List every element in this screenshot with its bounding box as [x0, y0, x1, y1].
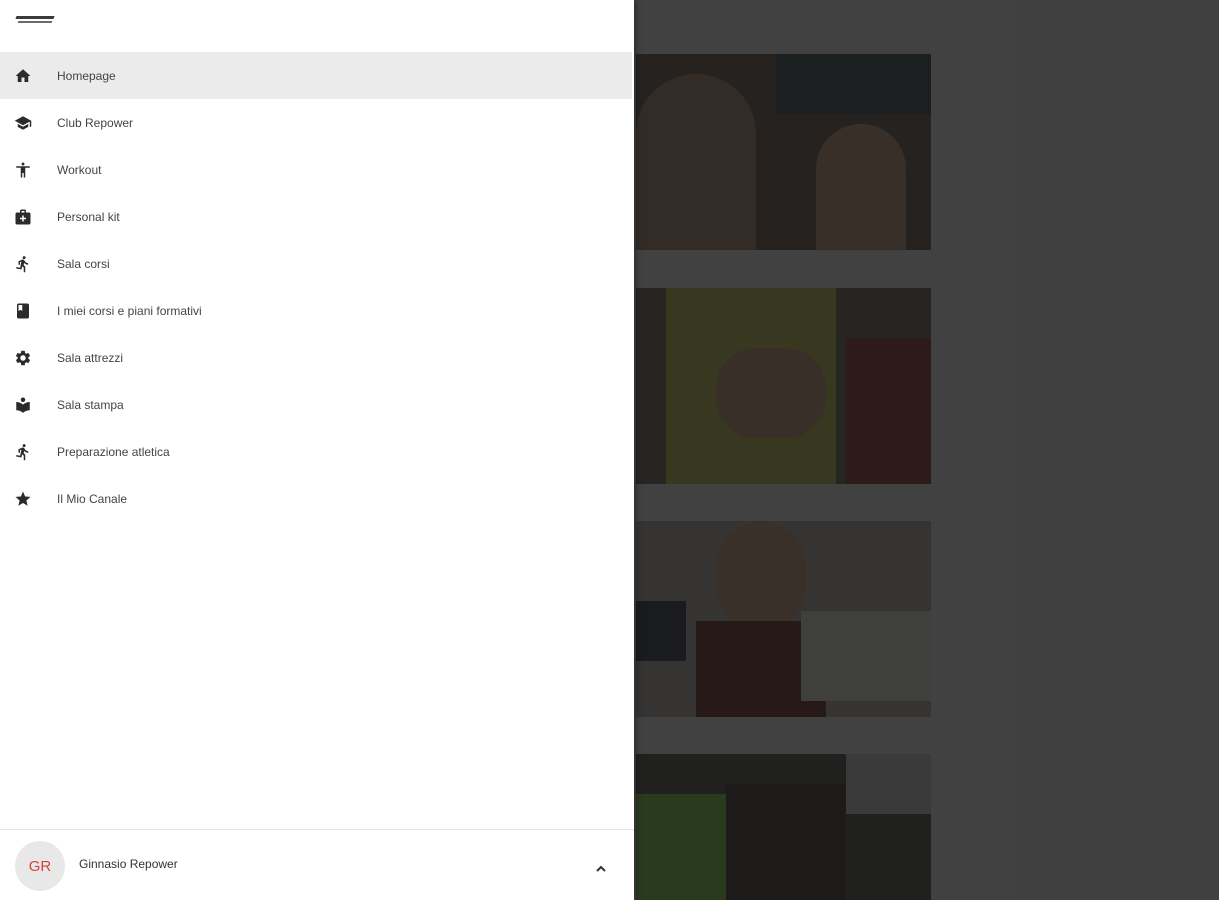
menu-item-label: Preparazione atletica: [57, 444, 170, 459]
book-icon: [13, 301, 33, 321]
reading-icon: [13, 395, 33, 415]
menu-item-il-mio-canale[interactable]: Il Mio Canale: [0, 475, 634, 522]
drawer-header: [0, 0, 634, 52]
menu-item-sala-stampa[interactable]: Sala stampa: [0, 381, 634, 428]
accessibility-icon: [13, 160, 33, 180]
repower-logo: [15, 14, 55, 36]
star-icon: [13, 489, 33, 509]
menu-item-club-repower[interactable]: Club Repower: [0, 99, 634, 146]
menu-item-label: Sala attrezzi: [57, 350, 124, 365]
user-name: Ginnasio Repower: [79, 857, 178, 871]
menu-item-label: Il Mio Canale: [57, 491, 128, 506]
graduation-cap-icon: [13, 113, 33, 133]
menu-item-label: Workout: [57, 162, 102, 177]
menu-item-workout[interactable]: Workout: [0, 146, 634, 193]
avatar[interactable]: GR: [15, 841, 65, 891]
menu-item-preparazione-atletica[interactable]: Preparazione atletica: [0, 428, 634, 475]
menu-item-label: Personal kit: [57, 209, 120, 224]
menu-item-sala-attrezzi[interactable]: Sala attrezzi: [0, 334, 634, 381]
chevron-up-icon[interactable]: [594, 860, 608, 872]
gear-icon: [13, 348, 33, 368]
navigation-drawer: Homepage Club Repower Workout Personal k…: [0, 0, 634, 900]
menu-item-label: Homepage: [57, 68, 116, 83]
run-icon: [13, 254, 33, 274]
menu-item-personal-kit[interactable]: Personal kit: [0, 193, 634, 240]
menu-item-label: Sala stampa: [57, 397, 124, 412]
menu-item-sala-corsi[interactable]: Sala corsi: [0, 240, 634, 287]
home-icon: [13, 66, 33, 86]
drawer-menu: Homepage Club Repower Workout Personal k…: [0, 52, 634, 522]
menu-item-label: I miei corsi e piani formativi: [57, 303, 202, 318]
medical-bag-icon: [13, 207, 33, 227]
menu-item-label: Club Repower: [57, 115, 134, 130]
account-footer[interactable]: GR Ginnasio Repower: [0, 829, 634, 900]
menu-item-homepage[interactable]: Homepage: [0, 52, 632, 99]
run-icon: [13, 442, 33, 462]
menu-item-label: Sala corsi: [57, 256, 110, 271]
menu-item-miei-corsi[interactable]: I miei corsi e piani formativi: [0, 287, 634, 334]
